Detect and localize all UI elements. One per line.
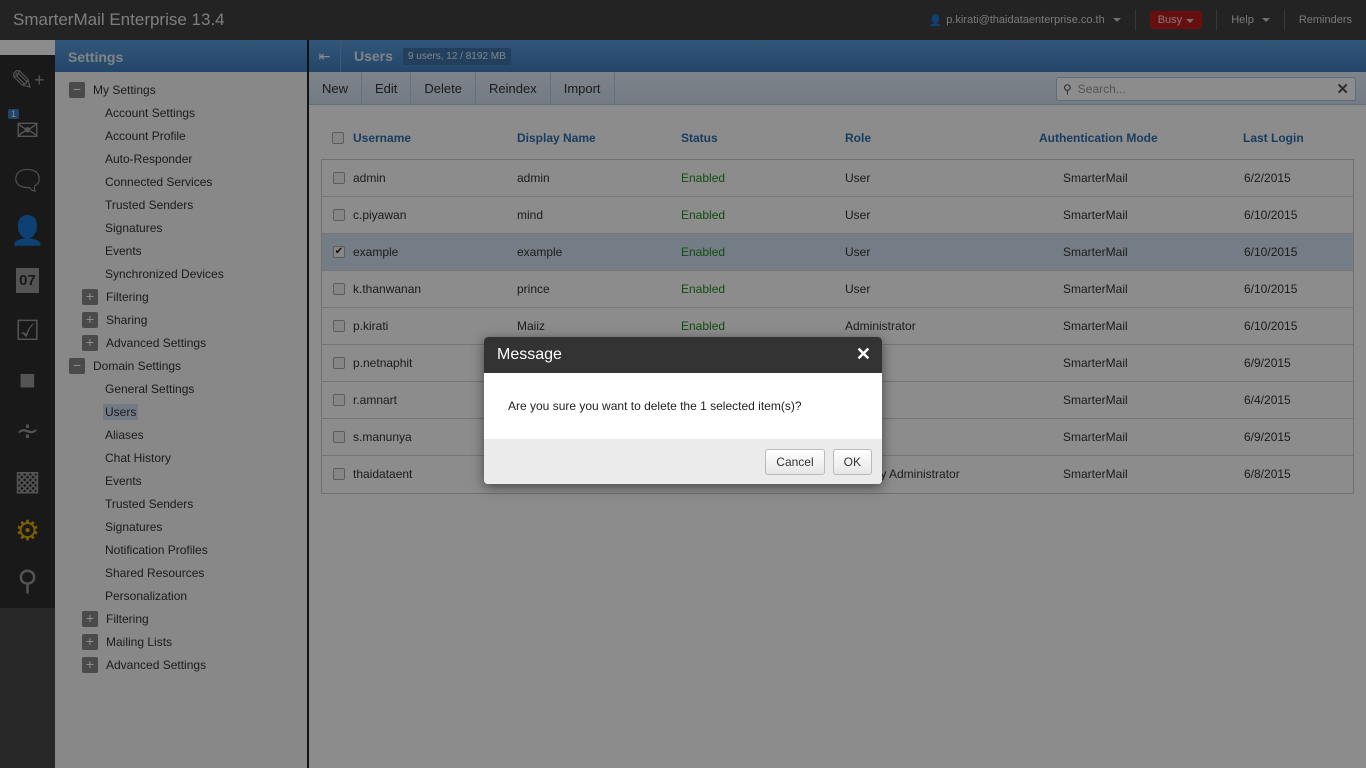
cancel-button[interactable]: Cancel xyxy=(765,448,825,475)
dialog-footer: Cancel OK xyxy=(484,439,882,484)
dialog-title: Message xyxy=(497,346,562,363)
confirm-dialog: Message ✕ Are you sure you want to delete… xyxy=(484,337,882,484)
dialog-header: Message ✕ xyxy=(484,337,882,373)
close-icon[interactable]: ✕ xyxy=(856,344,871,365)
dialog-message: Are you sure you want to delete the 1 se… xyxy=(508,399,802,413)
ok-button[interactable]: OK xyxy=(832,448,872,475)
